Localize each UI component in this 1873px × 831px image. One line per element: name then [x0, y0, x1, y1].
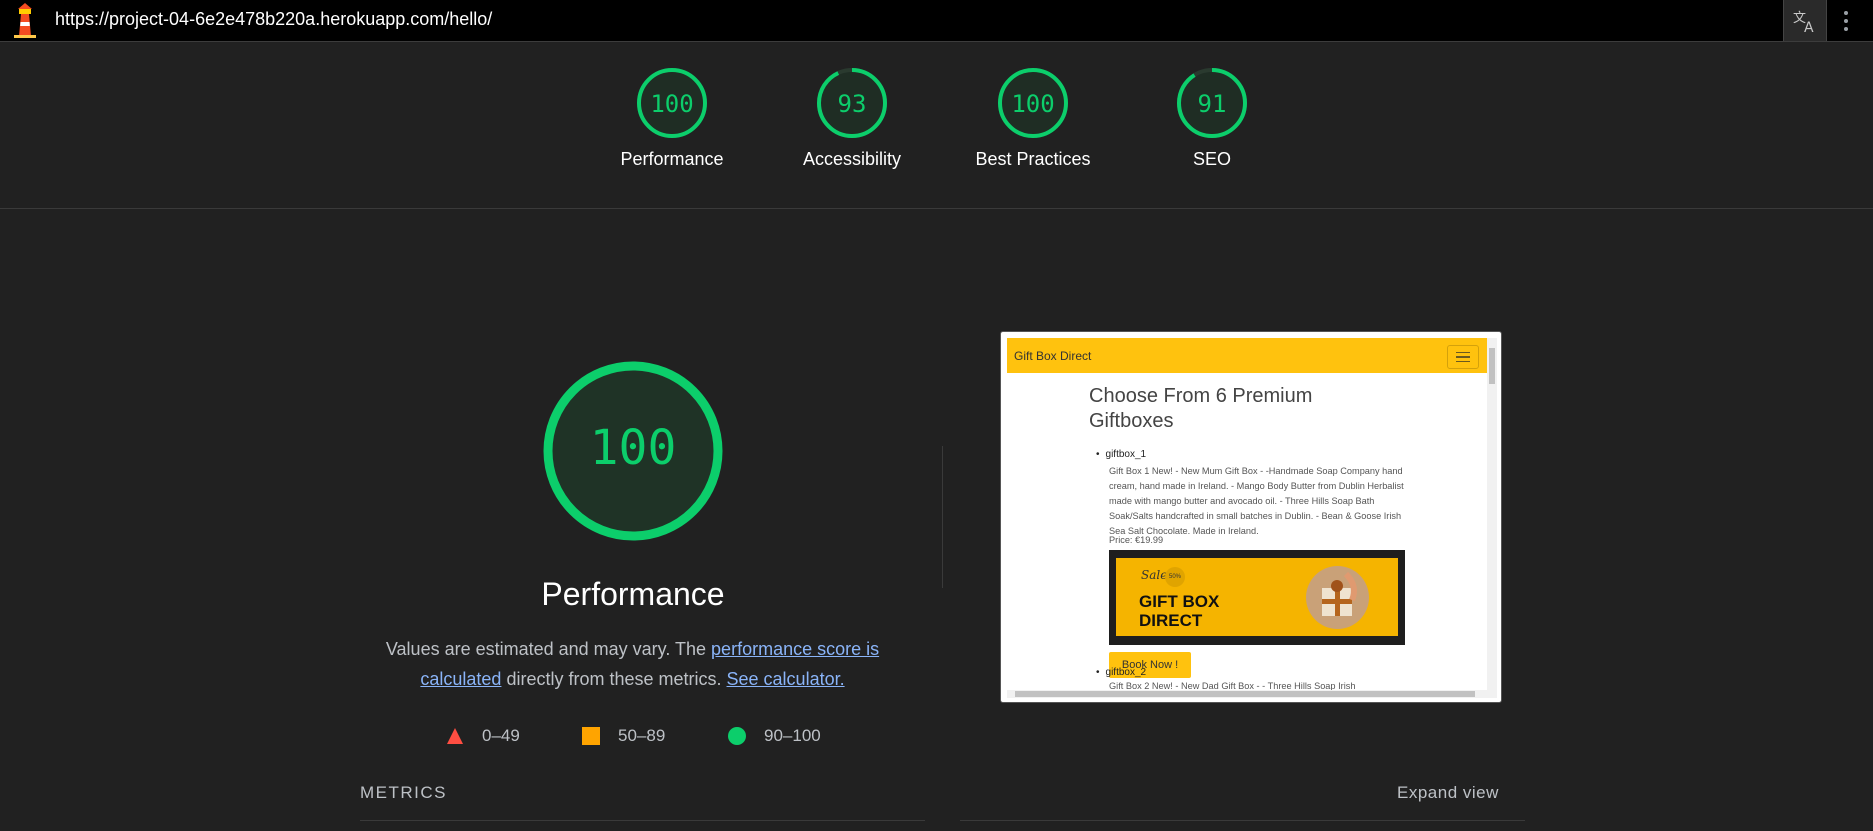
expand-view-toggle[interactable]: Expand view: [1397, 783, 1499, 803]
gauge-label: SEO: [1192, 149, 1231, 169]
site-heading: Choose From 6 Premium Giftboxes: [1089, 385, 1313, 432]
gauge-score: 100: [1011, 90, 1055, 118]
gauge-seo[interactable]: 91 SEO: [1137, 67, 1287, 170]
vertical-divider: [942, 446, 943, 588]
gauge-label: Best Practices: [975, 149, 1091, 169]
legend-average: 50–89: [582, 725, 665, 747]
gauge-best-practices[interactable]: 100 Best Practices: [958, 67, 1108, 170]
screenshot-viewport: Gift Box Direct Choose From 6 Premium Gi…: [1007, 338, 1487, 690]
gauge-performance[interactable]: 100 Performance: [597, 67, 747, 170]
giftbox-banner: Sale 50% GIFT BOX DIRECT: [1109, 550, 1405, 645]
giftbox-description: Gift Box 1 New! - New Mum Gift Box - -Ha…: [1109, 466, 1404, 536]
top-bar: https://project-04-6e2e478b220a.herokuap…: [0, 0, 1873, 42]
divider: [0, 208, 1873, 209]
giftbox-name: giftbox_2: [1096, 667, 1147, 678]
gauge-score: 91: [1197, 90, 1227, 118]
translate-icon: 文 A: [1793, 11, 1814, 34]
giftbox-name: giftbox_1: [1096, 449, 1147, 460]
banner-badge: 50%: [1165, 567, 1185, 587]
metrics-heading: METRICS: [360, 783, 447, 802]
final-screenshot[interactable]: Gift Box Direct Choose From 6 Premium Gi…: [1000, 331, 1502, 703]
gift-photo: [1306, 566, 1369, 629]
circle-icon: [728, 727, 746, 745]
gauge-label: Performance: [620, 149, 724, 169]
site-navbar: Gift Box Direct: [1007, 338, 1487, 373]
translate-button[interactable]: 文 A: [1783, 0, 1827, 41]
legend-pass: 90–100: [728, 725, 821, 747]
site-brand: Gift Box Direct: [1014, 349, 1092, 363]
gauge-label: Accessibility: [802, 149, 902, 169]
vertical-scrollbar: [1487, 338, 1497, 690]
gauge-accessibility[interactable]: 93 Accessibility: [777, 67, 927, 170]
square-icon: [582, 727, 600, 745]
hamburger-icon: [1447, 345, 1479, 369]
gauge-score: 100: [650, 90, 694, 118]
kebab-menu-icon[interactable]: [1836, 6, 1856, 36]
triangle-icon: [447, 728, 463, 744]
metrics-divider: [360, 820, 925, 821]
banner-script: Sale: [1141, 568, 1168, 582]
legend-fail: 0–49: [446, 725, 520, 747]
performance-description: Values are estimated and may vary. The p…: [385, 639, 880, 689]
gauge-score: 93: [837, 90, 867, 118]
giftbox-description: Gift Box 2 New! - New Dad Gift Box - - T…: [1109, 681, 1356, 690]
svg-text:A: A: [1804, 20, 1814, 34]
giftbox-price: Price: €19.99: [1109, 535, 1164, 545]
lighthouse-icon: [14, 3, 36, 38]
performance-title: Performance: [541, 576, 725, 612]
url-bar[interactable]: https://project-04-6e2e478b220a.herokuap…: [55, 9, 492, 30]
metrics-divider: [960, 820, 1525, 821]
performance-score: 100: [589, 420, 677, 476]
banner-title: GIFT BOX DIRECT: [1139, 592, 1220, 630]
see-calculator-link[interactable]: See calculator.: [727, 669, 845, 689]
horizontal-scrollbar: [1007, 690, 1497, 698]
